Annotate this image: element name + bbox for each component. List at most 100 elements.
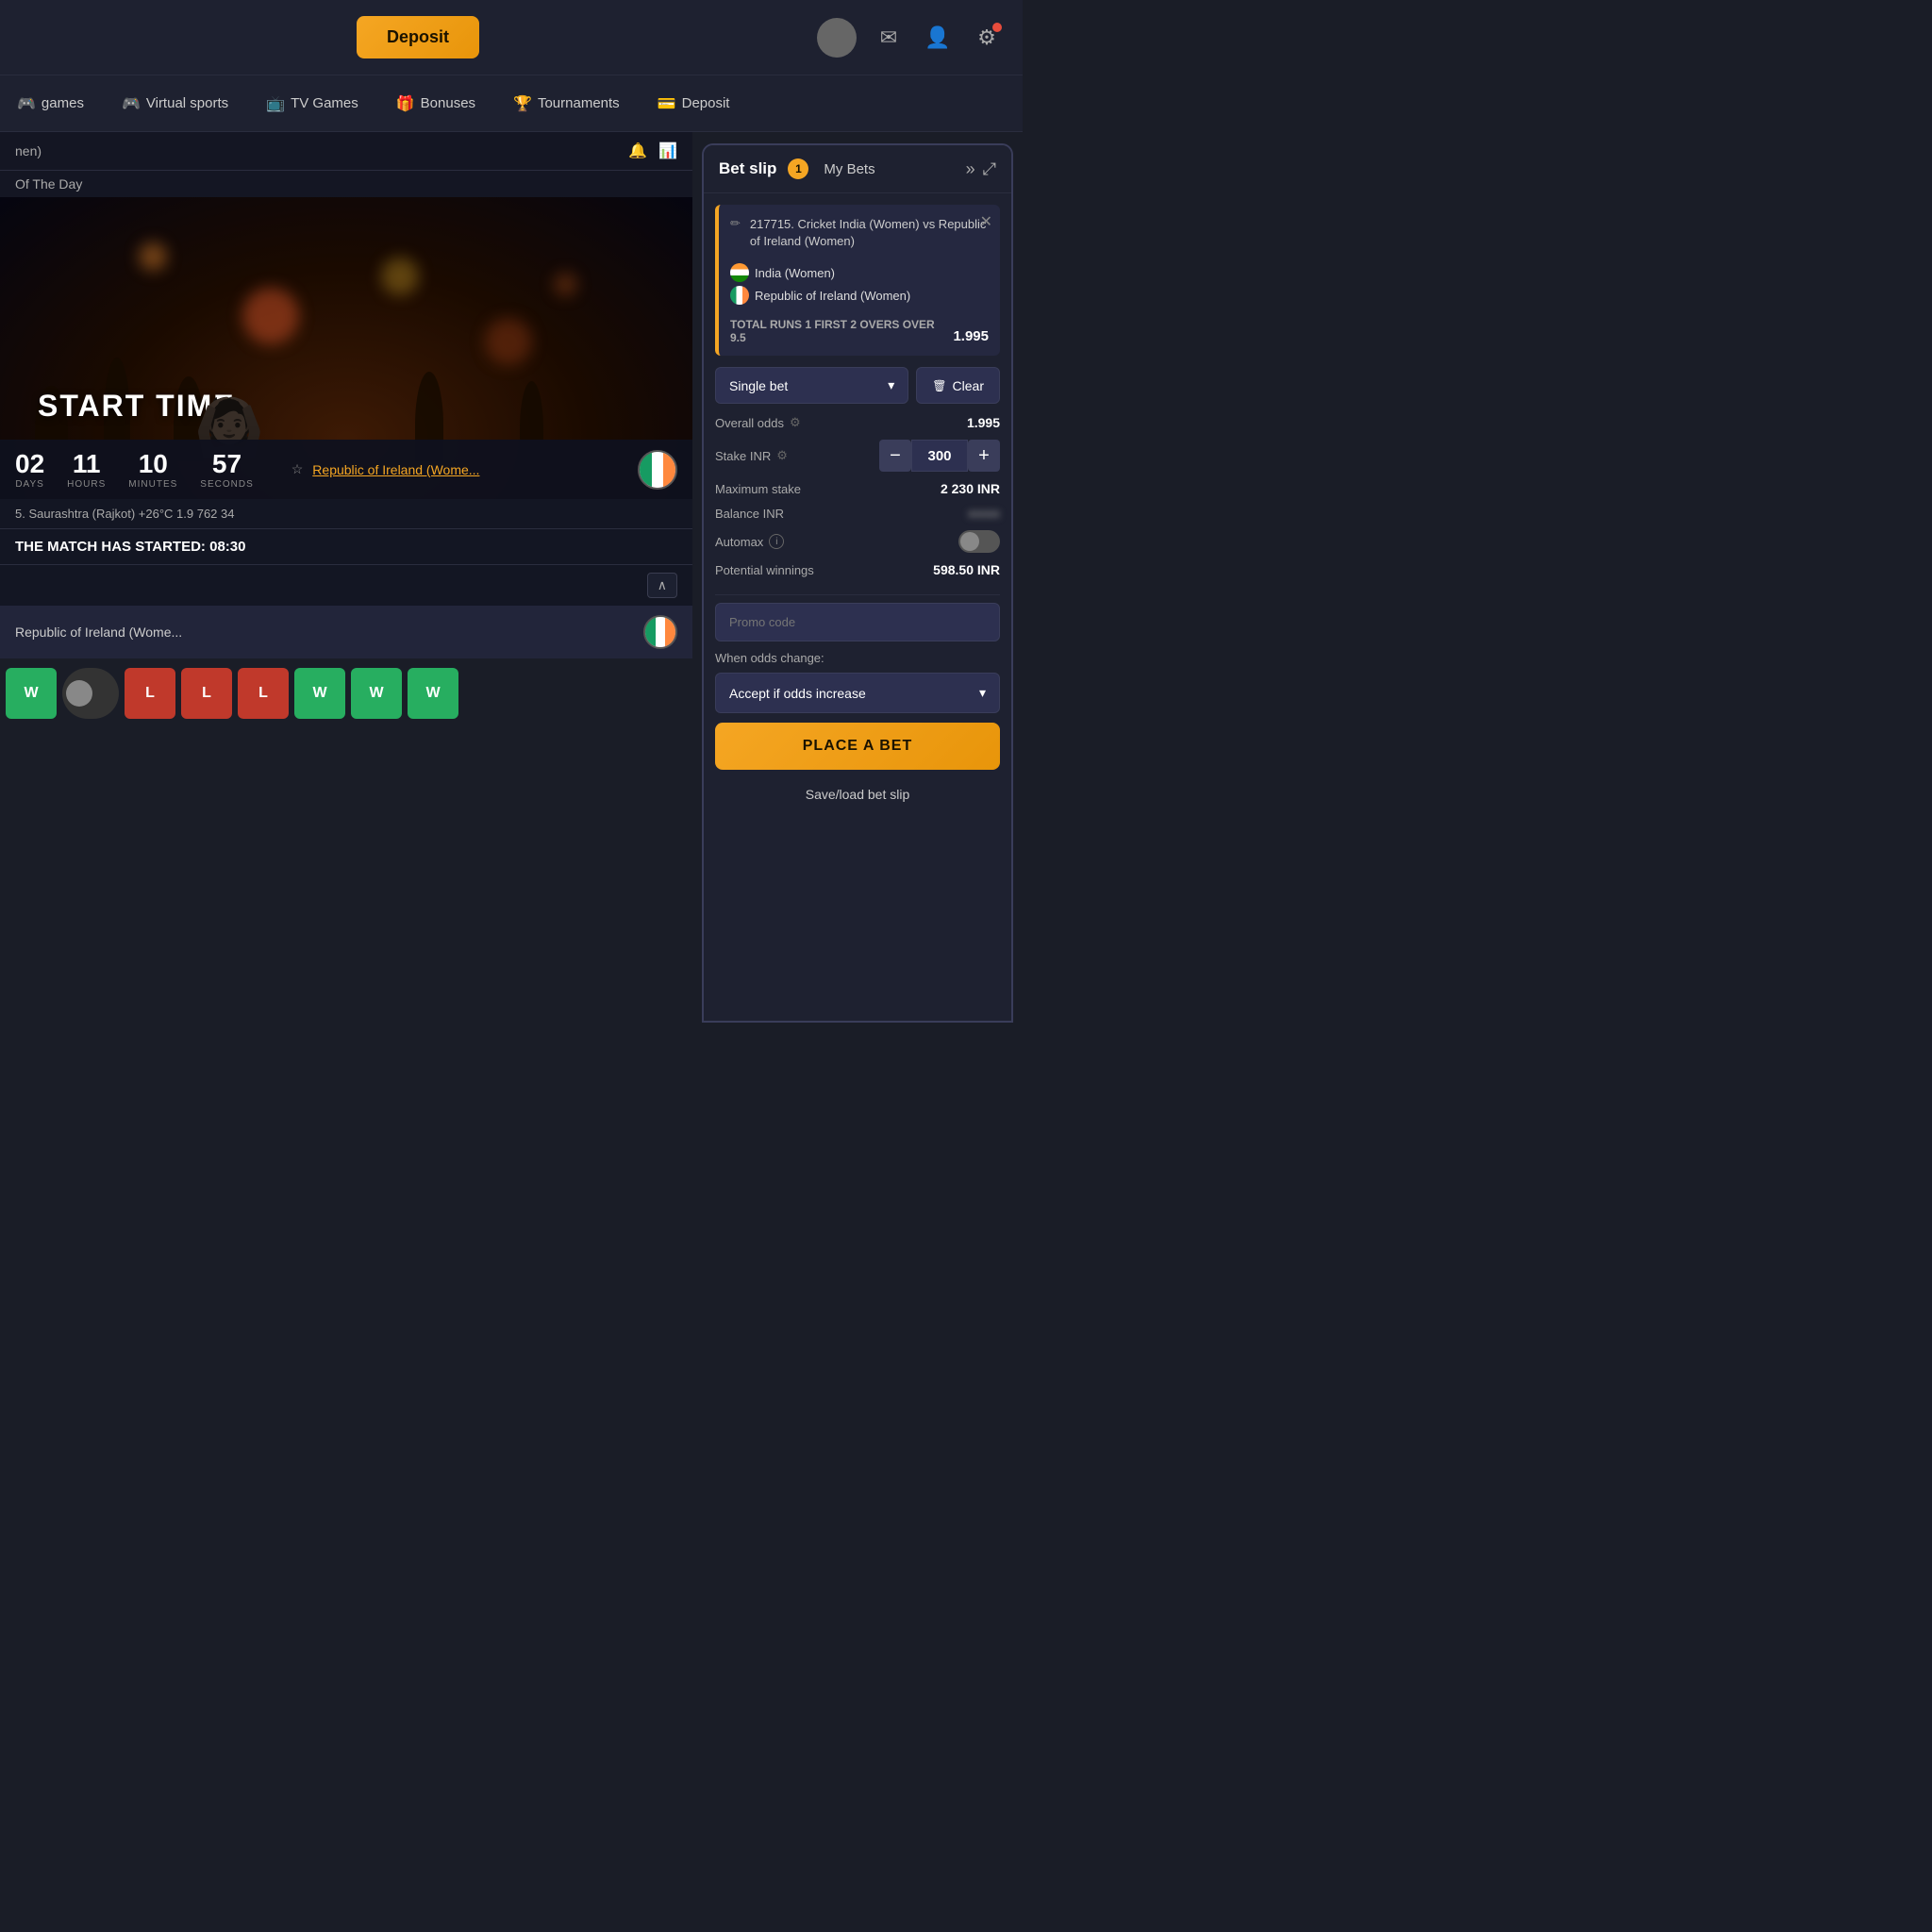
bet-controls: Single bet ▾ 🗑 Clear Overall odds ⚙ — [704, 367, 1011, 819]
team2-label: Republic of Ireland (Women) — [755, 289, 910, 303]
hours-unit: 11 HOURS — [67, 449, 106, 490]
automax-row: Automax i — [715, 530, 1000, 553]
weather-bar: 5. Saurashtra (Rajkot) +26°C 1.9 762 34 — [0, 499, 692, 529]
bet-market: TOTAL RUNS 1 FIRST 2 OVERS OVER 9.5 — [730, 318, 953, 344]
edit-icon[interactable]: ✏ — [730, 216, 741, 231]
result-l-2[interactable]: L — [181, 668, 232, 719]
promo-code-input[interactable] — [715, 603, 1000, 641]
balance-label: Balance INR — [715, 507, 784, 521]
place-bet-button[interactable]: PLACE A BET — [715, 723, 1000, 770]
ireland-flag — [638, 450, 677, 490]
days-value: 02 — [15, 449, 44, 479]
overall-odds-row: Overall odds ⚙ 1.995 — [715, 415, 1000, 430]
nav-label-games: games — [42, 95, 84, 111]
toggle-knob — [66, 680, 92, 707]
bet-slip-panel: Bet slip 1 My Bets » ⤢ ✕ ✏ 217715. Crick… — [702, 143, 1013, 1023]
bet-slip-actions: » ⤢ — [966, 159, 996, 179]
bokeh-1 — [242, 288, 299, 344]
sidebar-item-tv-games[interactable]: 📺 TV Games — [258, 89, 366, 119]
bell-icon[interactable]: 🔔 — [628, 142, 647, 160]
header-icons: ✉ 👤 ⚙ — [817, 18, 1004, 58]
sidebar-item-games[interactable]: 🎮 games — [9, 89, 92, 119]
stake-gear-icon[interactable]: ⚙ — [776, 448, 788, 463]
games-icon: 🎮 — [17, 94, 36, 113]
result-l-1[interactable]: L — [125, 668, 175, 719]
clear-label: Clear — [953, 378, 984, 393]
balance-value: ●●●● — [968, 506, 1000, 521]
nav-label-tournaments: Tournaments — [538, 95, 620, 111]
automax-toggle[interactable] — [958, 530, 1000, 553]
bet-slip-scroll[interactable]: ✕ ✏ 217715. Cricket India (Women) vs Rep… — [704, 193, 1011, 1021]
tv-games-icon: 📺 — [266, 94, 285, 113]
accept-odds-label: Accept if odds increase — [729, 686, 866, 701]
clear-button[interactable]: 🗑 Clear — [916, 367, 1000, 404]
automax-label: Automax i — [715, 534, 784, 549]
bet-slip-expand-icon[interactable]: » — [966, 159, 975, 179]
user-icon[interactable]: 👤 — [921, 21, 955, 55]
settings-icon[interactable]: ⚙ — [970, 21, 1004, 55]
bet-type-label: Single bet — [729, 378, 788, 393]
sidebar-item-tournaments[interactable]: 🏆 Tournaments — [506, 89, 627, 119]
bet-slip-badge: 1 — [788, 158, 808, 179]
deposit-button[interactable]: Deposit — [357, 16, 479, 58]
bokeh-4 — [139, 242, 167, 271]
stake-decrease-button[interactable]: − — [879, 440, 911, 472]
main-content: nen) 🔔 📊 Of The Day 🙆 — [0, 132, 1023, 1023]
close-bet-icon[interactable]: ✕ — [980, 212, 992, 231]
header: Deposit ✉ 👤 ⚙ — [0, 0, 1023, 75]
bet-team-1: India (Women) — [730, 263, 989, 282]
minutes-unit: 10 MINUTES — [128, 449, 177, 490]
notification-dot — [992, 23, 1002, 32]
overall-odds-value: 1.995 — [967, 415, 1000, 430]
nav-bar: 🎮 games 🎮 Virtual sports 📺 TV Games 🎁 Bo… — [0, 75, 1023, 132]
automax-info-icon[interactable]: i — [769, 534, 784, 549]
virtual-sports-icon: 🎮 — [122, 94, 141, 113]
tournaments-icon: 🏆 — [513, 94, 532, 113]
result-toggle[interactable] — [62, 668, 119, 719]
stats-section: Overall odds ⚙ 1.995 Stake INR ⚙ − — [715, 415, 1000, 587]
chart-icon[interactable]: 📊 — [658, 142, 677, 160]
nav-label-bonuses: Bonuses — [421, 95, 475, 111]
result-w-2[interactable]: W — [294, 668, 345, 719]
potential-label: Potential winnings — [715, 563, 814, 577]
match-started-banner: THE MATCH HAS STARTED: 08:30 — [0, 529, 692, 565]
my-bets-tab[interactable]: My Bets — [824, 161, 874, 177]
seconds-value: 57 — [200, 449, 253, 479]
result-w-4[interactable]: W — [408, 668, 458, 719]
seconds-label: SECONDS — [200, 479, 253, 490]
sidebar-item-deposit[interactable]: 💳 Deposit — [650, 89, 738, 119]
result-l-3[interactable]: L — [238, 668, 289, 719]
stake-controls: − + — [879, 440, 1000, 472]
max-stake-value: 2 230 INR — [941, 481, 1000, 496]
stake-input[interactable] — [911, 440, 968, 472]
timer-units: 02 DAYS 11 HOURS 10 MINUTES 57 SECONDS — [15, 449, 254, 490]
bet-type-select[interactable]: Single bet ▾ — [715, 367, 908, 404]
result-w-1[interactable]: W — [6, 668, 57, 719]
team-label[interactable]: Republic of Ireland (Wome... — [312, 462, 479, 477]
odds-change-select[interactable]: Accept if odds increase ▾ — [715, 673, 1000, 713]
bet-slip-header: Bet slip 1 My Bets » ⤢ — [704, 145, 1011, 193]
mail-icon[interactable]: ✉ — [872, 21, 906, 55]
when-odds-label: When odds change: — [715, 651, 1000, 665]
potential-value: 598.50 INR — [933, 562, 1000, 577]
overall-odds-label: Overall odds ⚙ — [715, 415, 801, 430]
overall-odds-gear-icon[interactable]: ⚙ — [790, 415, 801, 430]
sidebar-item-virtual-sports[interactable]: 🎮 Virtual sports — [114, 89, 236, 119]
max-stake-label: Maximum stake — [715, 482, 801, 496]
hours-label: HOURS — [67, 479, 106, 490]
seconds-unit: 57 SECONDS — [200, 449, 253, 490]
stake-increase-button[interactable]: + — [968, 440, 1000, 472]
stake-row: Stake INR ⚙ − + — [715, 440, 1000, 472]
bet-slip-fullscreen-icon[interactable]: ⤢ — [983, 159, 996, 179]
result-w-3[interactable]: W — [351, 668, 402, 719]
divider-1 — [715, 594, 1000, 595]
bet-type-row: Single bet ▾ 🗑 Clear — [715, 367, 1000, 404]
bet-match-name: 217715. Cricket India (Women) vs Republi… — [750, 216, 989, 250]
content-area: nen) 🔔 📊 Of The Day 🙆 — [0, 132, 692, 1023]
team1-label: India (Women) — [755, 266, 835, 280]
collapse-button[interactable]: ∧ — [647, 573, 677, 598]
nav-label-tv: TV Games — [291, 95, 358, 111]
save-load-button[interactable]: Save/load bet slip — [715, 777, 1000, 811]
sidebar-item-bonuses[interactable]: 🎁 Bonuses — [389, 89, 483, 119]
toggle-knob-automax — [960, 532, 979, 551]
